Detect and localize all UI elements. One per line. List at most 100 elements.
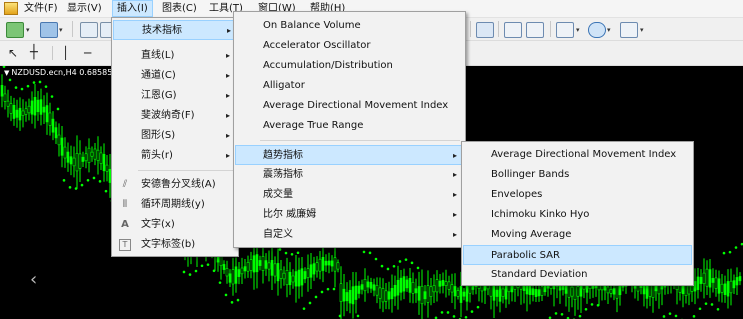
menu-item-accumulation-distribution[interactable]: Accumulation/Distribution (235, 56, 464, 76)
menu-item-accelerator-oscillator[interactable]: Accelerator Oscillator (235, 36, 464, 56)
menu-item-lines[interactable]: 直线(L) ▸ (113, 46, 237, 66)
tile-windows-icon[interactable] (476, 22, 494, 38)
menu-item-bollinger-bands[interactable]: Bollinger Bands (463, 165, 692, 185)
market-watch-icon[interactable] (80, 22, 98, 38)
submenu-arrow-icon: ▸ (453, 210, 458, 219)
sar-dot (698, 307, 702, 311)
candle-body (75, 153, 79, 172)
menu-item-channels[interactable]: 通道(C) ▸ (113, 66, 237, 86)
menu-item-andrews-pitchfork[interactable]: ⫽ 安德鲁分叉线(A) (113, 175, 237, 195)
templates-icon[interactable] (620, 22, 638, 38)
menu-item-moving-average[interactable]: Moving Average (463, 225, 692, 245)
insert-menu: 技术指标 ▸ 直线(L) ▸ 通道(C) ▸ 江恩(G) ▸ 斐波纳奇(F) ▸… (111, 17, 239, 257)
sar-dot (728, 250, 732, 254)
candle-body (345, 292, 349, 302)
candle-body (309, 264, 313, 278)
menu-item-oscillators[interactable]: 震荡指标 ▸ (235, 165, 464, 185)
menu-item-bill-williams[interactable]: 比尔 威廉姆 ▸ (235, 205, 464, 225)
menu-item-label: 趋势指标 (263, 150, 303, 161)
menu-item-parabolic-sar[interactable]: Parabolic SAR (463, 245, 692, 265)
crosshair-icon[interactable]: ┼ (30, 46, 46, 60)
candle-body (297, 269, 301, 287)
candle-body (726, 281, 730, 297)
candle-body (237, 269, 241, 277)
menu-item-trend[interactable]: 趋势指标 ▸ (235, 145, 464, 165)
candle-body (702, 272, 706, 284)
candle-body (219, 255, 223, 267)
cursor-icon[interactable]: ↖ (8, 46, 24, 60)
app-icon[interactable] (4, 2, 18, 15)
menu-item-cycle-lines[interactable]: ⦀ 循环周期线(y) (113, 195, 237, 215)
chart-shift-icon[interactable] (504, 22, 522, 38)
menu-item-volumes[interactable]: 成交量 ▸ (235, 185, 464, 205)
menu-item-label: 江恩(G) (141, 90, 177, 101)
chevron-down-icon[interactable]: ▾ (576, 26, 580, 34)
menu-item-custom[interactable]: 自定义 ▸ (235, 225, 464, 245)
menu-item-ichimoku[interactable]: Ichimoku Kinko Hyo (463, 205, 692, 225)
candle-body (288, 271, 292, 286)
menu-item-gann[interactable]: 江恩(G) ▸ (113, 86, 237, 106)
chart-title: ▼ NZDUSD.ecn,H4 0.68585 0 (4, 68, 120, 77)
sar-dot (368, 251, 372, 255)
menu-item-adx[interactable]: Average Directional Movement Index (235, 96, 464, 116)
text-icon: A (121, 219, 129, 230)
candle-body (393, 284, 397, 297)
chevron-left-icon[interactable]: ‹ (30, 270, 37, 290)
new-chart-icon[interactable] (6, 22, 24, 38)
trend-submenu: Average Directional Movement Index Bolli… (461, 141, 694, 286)
submenu-arrow-icon: ▸ (453, 230, 458, 239)
sar-dot (38, 80, 42, 84)
sar-dot (374, 257, 378, 261)
menu-charts[interactable]: 图表(C) (158, 0, 201, 17)
menu-item-standard-deviation[interactable]: Standard Deviation (463, 265, 692, 285)
toolbar-separator (72, 21, 73, 37)
sar-dot (380, 264, 384, 268)
toolbar-separator (470, 21, 471, 37)
menu-item-fibonacci[interactable]: 斐波纳奇(F) ▸ (113, 106, 237, 126)
sar-dot (596, 303, 600, 307)
indicators-icon[interactable] (556, 22, 574, 38)
menu-view[interactable]: 显示(V) (63, 0, 106, 17)
chevron-down-icon[interactable]: ▾ (640, 26, 644, 34)
menu-file[interactable]: 文件(F) (20, 0, 62, 17)
menu-item-text[interactable]: A 文字(x) (113, 215, 237, 235)
horizontal-line-icon[interactable]: ─ (84, 46, 100, 60)
menu-item-text-label[interactable]: T 文字标签(b) (113, 235, 237, 255)
auto-scroll-icon[interactable] (526, 22, 544, 38)
sar-dot (710, 303, 714, 306)
menu-item-label: 通道(C) (141, 70, 176, 81)
candle-body (24, 108, 28, 115)
vertical-line-icon[interactable]: │ (62, 46, 78, 60)
menu-item-adx-trend[interactable]: Average Directional Movement Index (463, 145, 692, 165)
chevron-down-icon[interactable]: ▾ (26, 26, 30, 34)
candle-body (453, 286, 457, 297)
sar-dot (80, 183, 84, 187)
submenu-arrow-icon: ▸ (226, 151, 231, 160)
candle-body (51, 118, 55, 133)
menu-item-envelopes[interactable]: Envelopes (463, 185, 692, 205)
periods-icon[interactable] (588, 22, 606, 38)
candle-body (333, 257, 337, 272)
chevron-down-icon[interactable]: ▾ (607, 26, 611, 34)
menu-item-technical-indicators[interactable]: 技术指标 ▸ (113, 20, 237, 40)
menu-item-on-balance-volume[interactable]: On Balance Volume (235, 16, 464, 36)
menu-item-average-true-range[interactable]: Average True Range (235, 116, 464, 136)
candle-body (96, 149, 100, 161)
candle-body (420, 285, 424, 305)
menu-item-arrows[interactable]: 箭头(r) ▸ (113, 146, 237, 166)
chevron-down-icon[interactable]: ▾ (59, 26, 63, 34)
candle-body (321, 256, 325, 271)
menu-insert[interactable]: 插入(I) (112, 0, 153, 17)
candle-body (387, 291, 391, 300)
candle-body (60, 137, 64, 156)
candle-body (408, 277, 412, 293)
candle-body (399, 277, 403, 293)
menu-item-shapes[interactable]: 图形(S) ▸ (113, 126, 237, 146)
candle-body (459, 286, 463, 303)
submenu-arrow-icon: ▸ (226, 91, 231, 100)
profiles-icon[interactable] (40, 22, 58, 38)
menu-separator (138, 170, 234, 171)
menu-item-alligator[interactable]: Alligator (235, 76, 464, 96)
sar-dot (308, 301, 312, 305)
candle-body (378, 287, 382, 299)
